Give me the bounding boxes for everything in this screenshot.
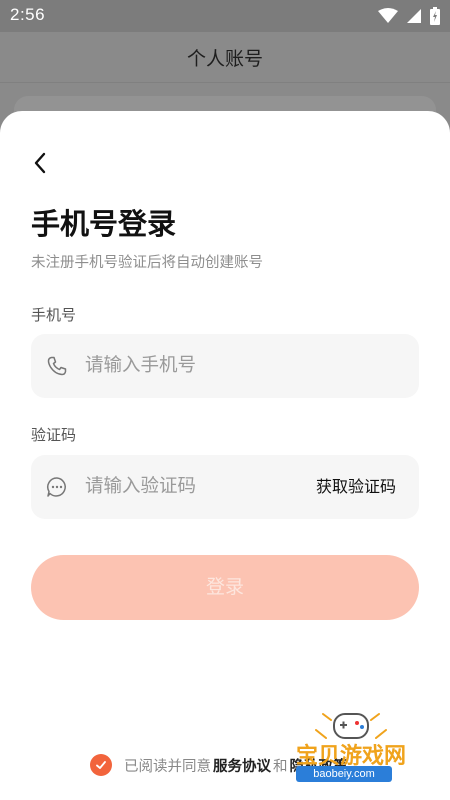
code-label: 验证码 bbox=[31, 426, 77, 444]
background-divider bbox=[0, 82, 450, 83]
login-sheet: 手机号登录 未注册手机号验证后将自动创建账号 手机号 请输入手机号 验证码 请输… bbox=[0, 111, 450, 800]
status-bar: 2:56 bbox=[0, 0, 450, 32]
code-input[interactable]: 请输入验证码 获取验证码 bbox=[31, 455, 419, 519]
phone-label: 手机号 bbox=[31, 306, 77, 324]
service-agreement-link[interactable]: 服务协议 bbox=[213, 755, 271, 776]
background-page-title: 个人账号 bbox=[186, 48, 263, 70]
agreement-prefix: 已阅读并同意 bbox=[124, 758, 211, 775]
watermark: 宝贝游戏网 baobeiy.com bbox=[276, 700, 426, 795]
chat-bubble-icon bbox=[47, 477, 66, 497]
get-code-button[interactable]: 获取验证码 bbox=[316, 455, 396, 519]
cellular-signal-icon bbox=[407, 9, 421, 23]
back-button[interactable] bbox=[28, 149, 56, 177]
status-time: 2:56 bbox=[10, 5, 46, 24]
battery-icon bbox=[430, 7, 440, 25]
chevron-left-icon bbox=[34, 152, 46, 174]
watermark-url: baobeiy.com bbox=[296, 766, 392, 782]
login-button[interactable]: 登录 bbox=[31, 555, 419, 620]
agreement-checkbox[interactable] bbox=[90, 754, 112, 776]
wifi-icon bbox=[378, 8, 398, 23]
checkmark-icon bbox=[96, 761, 106, 769]
phone-input[interactable]: 请输入手机号 bbox=[31, 334, 419, 398]
phone-icon bbox=[47, 356, 67, 376]
status-icons bbox=[378, 7, 440, 25]
page-subtitle: 未注册手机号验证后将自动创建账号 bbox=[31, 255, 263, 271]
phone-input-placeholder: 请输入手机号 bbox=[85, 355, 197, 376]
code-input-placeholder: 请输入验证码 bbox=[85, 476, 197, 497]
page-title: 手机号登录 bbox=[31, 207, 177, 241]
